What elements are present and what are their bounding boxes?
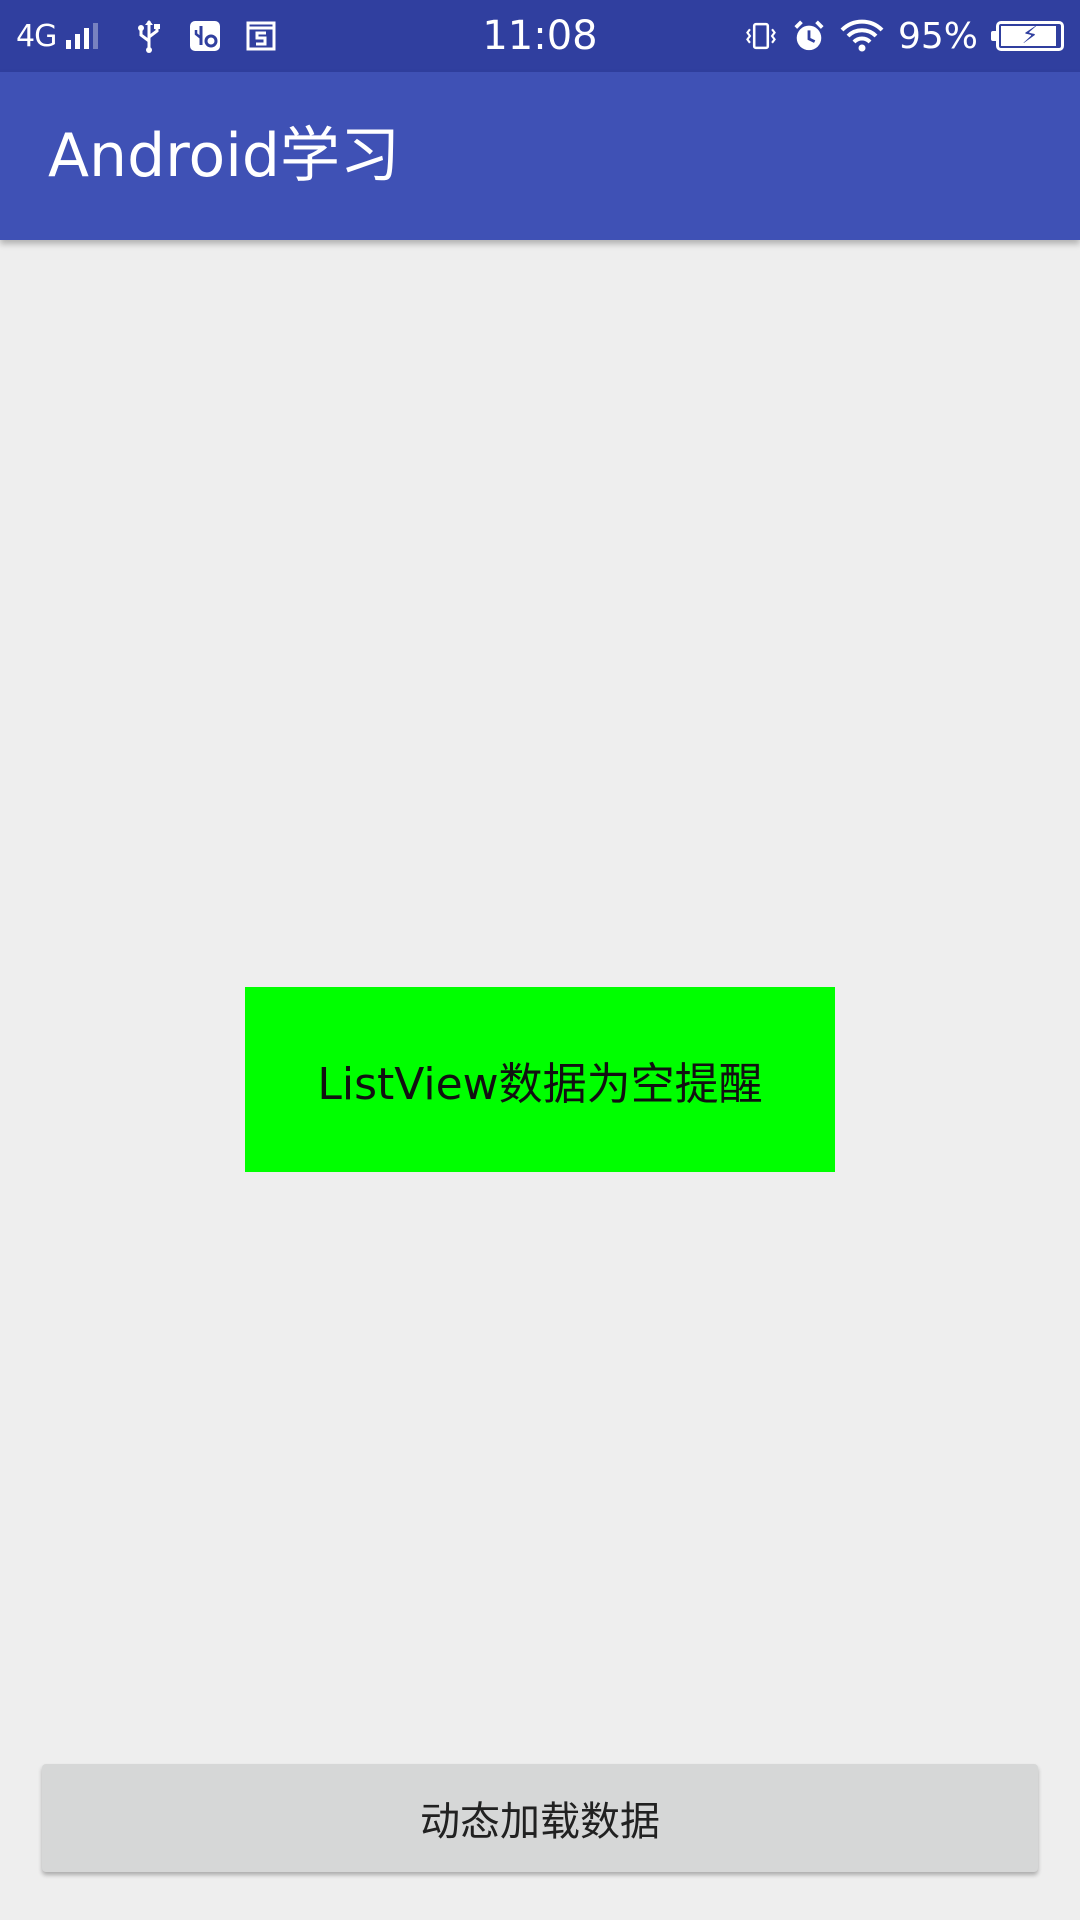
battery-percent: 95% (897, 15, 978, 57)
app-bar: Android学习 (0, 72, 1080, 240)
battery-charging-icon: ⚡ (991, 21, 1064, 51)
load-data-button[interactable]: 动态加载数据 (42, 1764, 1038, 1872)
status-bar: 4G 11:08 95% ⚡ (0, 0, 1080, 72)
load-data-button-label: 动态加载数据 (420, 1799, 660, 1845)
empty-view-text: ListView数据为空提醒 (317, 1058, 763, 1110)
listview-empty-view: ListView数据为空提醒 (245, 987, 835, 1172)
vibrate-icon (744, 19, 778, 53)
status-bar-right: 95% ⚡ (744, 0, 1064, 72)
screen: 4G 11:08 95% ⚡ Android学习 ListView数据为空提醒 … (0, 0, 1080, 1920)
alarm-icon (792, 19, 826, 53)
wifi-icon (840, 19, 884, 53)
app-title: Android学习 (48, 121, 400, 191)
charging-bolt-icon: ⚡ (1021, 21, 1039, 49)
